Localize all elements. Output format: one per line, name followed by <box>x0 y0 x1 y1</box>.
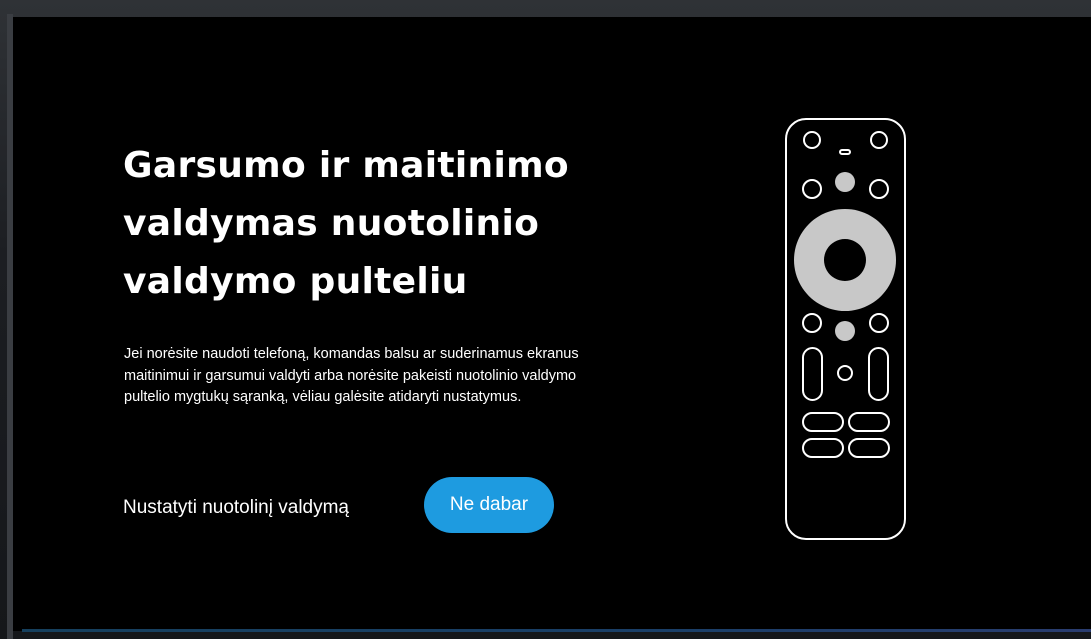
remote-mic-button <box>835 321 855 341</box>
remote-dpad <box>794 209 897 311</box>
remote-menu-button <box>802 313 822 333</box>
remote-home-button <box>869 179 889 199</box>
setup-remote-button[interactable]: Nustatyti nuotolinį valdymą <box>123 491 349 525</box>
page-title: Garsumo ir maitinimo valdymas nuotolinio… <box>123 145 569 302</box>
remote-control-icon <box>785 118 906 540</box>
tv-screen: Garsumo ir maitinimo valdymas nuotolinio… <box>13 17 1091 631</box>
page-description: Jei norėsite naudoti telefoną, komandas … <box>124 346 579 405</box>
remote-input-button <box>870 131 888 149</box>
remote-shortcut-4 <box>848 438 890 458</box>
remote-channel-rocker <box>868 347 889 401</box>
remote-shortcut-3 <box>802 438 844 458</box>
remote-shortcut-2 <box>848 412 890 432</box>
remote-volume-rocker <box>802 347 823 401</box>
not-now-button[interactable]: Ne dabar <box>424 477 554 533</box>
screen-bottom-edge <box>22 629 1091 632</box>
remote-back-button <box>802 179 822 199</box>
remote-shortcut-1 <box>802 412 844 432</box>
remote-assistant-button <box>835 172 855 192</box>
remote-mute-button <box>837 365 853 381</box>
remote-led <box>839 149 851 155</box>
remote-power-button <box>803 131 821 149</box>
remote-options-button <box>869 313 889 333</box>
